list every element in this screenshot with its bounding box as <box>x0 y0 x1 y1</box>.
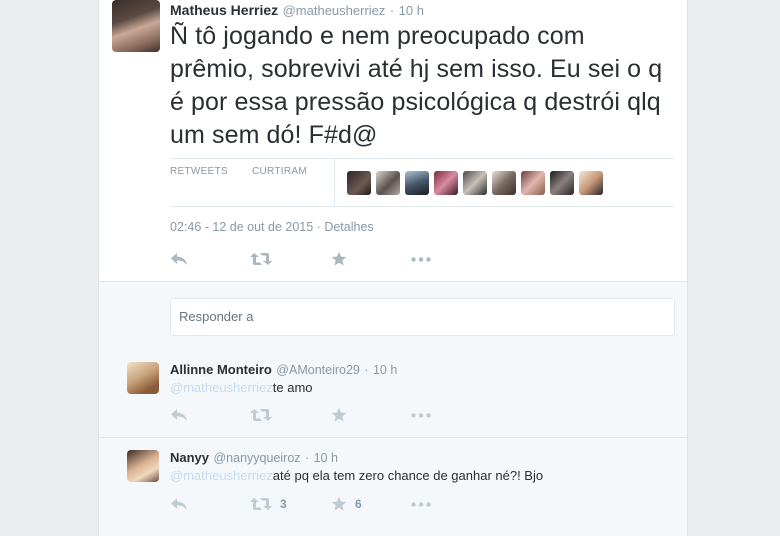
liker-avatar[interactable] <box>521 171 545 195</box>
retweet-button[interactable]: 3 <box>250 497 287 511</box>
liker-avatar[interactable] <box>405 171 429 195</box>
reply-input[interactable]: Responder a <box>170 298 675 336</box>
author-name[interactable]: Matheus Herriez <box>170 2 278 18</box>
liker-avatar[interactable] <box>579 171 603 195</box>
reply-author-name[interactable]: Allinne Monteiro <box>170 362 272 377</box>
retweet-count: 3 <box>280 497 287 511</box>
reply-body: te amo <box>272 380 313 395</box>
reply-author-handle[interactable]: @AMonteiro29 <box>276 363 360 377</box>
timestamp-text[interactable]: 02:46 - 12 de out de 2015 <box>170 220 313 234</box>
star-icon[interactable] <box>331 407 347 423</box>
liker-avatar[interactable] <box>347 171 371 195</box>
tweet-stats: RETWEETS CURTIRAM <box>170 158 674 207</box>
tweet-time[interactable]: 10 h <box>399 3 424 18</box>
tweet-header: Matheus Herriez @matheusherriez · 10 h <box>170 2 424 20</box>
reply-time[interactable]: 10 h <box>373 363 397 377</box>
likes-label[interactable]: CURTIRAM <box>252 166 307 177</box>
reply-tweet[interactable]: Allinne Monteiro @AMonteiro29 · 10 h @ma… <box>99 350 687 438</box>
reply-icon[interactable] <box>170 497 188 511</box>
reply-icon[interactable] <box>170 252 188 266</box>
stats-divider <box>334 159 335 206</box>
liker-avatar[interactable] <box>434 171 458 195</box>
separator: · <box>304 451 310 465</box>
tweet-text: Ñ tô jogando e nem preocupado com prêmio… <box>170 22 663 149</box>
separator: · <box>364 363 369 377</box>
reply-author-handle[interactable]: @nanyyqueiroz <box>213 451 300 465</box>
retweets-label[interactable]: RETWEETS <box>170 166 228 177</box>
liker-avatars <box>347 171 603 195</box>
more-icon[interactable] <box>411 413 431 418</box>
like-count: 6 <box>355 497 362 511</box>
retweet-icon <box>250 498 272 510</box>
liker-avatar[interactable] <box>492 171 516 195</box>
reply-author-name[interactable]: Nanyy <box>170 450 209 465</box>
reply-header: Allinne Monteiro @AMonteiro29 · 10 h <box>170 361 397 379</box>
like-button[interactable]: 6 <box>331 496 362 512</box>
reply-avatar[interactable] <box>127 362 159 394</box>
retweet-icon[interactable] <box>250 252 272 266</box>
separator: · <box>389 3 395 18</box>
details-link[interactable]: Detalhes <box>324 220 373 234</box>
reply-avatar[interactable] <box>127 450 159 482</box>
star-icon <box>331 496 347 511</box>
reply-composer: Responder a <box>99 281 687 351</box>
author-avatar[interactable] <box>112 0 160 52</box>
star-icon[interactable] <box>331 251 347 267</box>
reply-time[interactable]: 10 h <box>314 451 338 465</box>
reply-body: até pq ela tem zero chance de ganhar né?… <box>272 468 544 483</box>
tweet-timestamp: 02:46 - 12 de out de 2015 · Detalhes <box>170 220 374 234</box>
retweet-icon[interactable] <box>250 408 272 422</box>
liker-avatar[interactable] <box>550 171 574 195</box>
reply-header: Nanyy @nanyyqueiroz · 10 h <box>170 449 338 467</box>
more-icon[interactable] <box>411 257 431 262</box>
author-handle[interactable]: @matheusherriez <box>283 3 386 18</box>
reply-text: @matheusherriezte amo <box>170 380 313 395</box>
reply-icon[interactable] <box>170 408 188 422</box>
more-icon[interactable] <box>411 502 431 507</box>
reply-mention[interactable]: @matheusherriez <box>170 380 273 395</box>
liker-avatar[interactable] <box>376 171 400 195</box>
tweet-detail-card: Matheus Herriez @matheusherriez · 10 h Ñ… <box>98 0 688 536</box>
reply-mention[interactable]: @matheusherriez <box>170 468 273 483</box>
reply-text: @matheusherriezaté pq ela tem zero chanc… <box>170 468 543 483</box>
reply-tweet[interactable]: Nanyy @nanyyqueiroz · 10 h @matheusherri… <box>99 438 687 536</box>
liker-avatar[interactable] <box>463 171 487 195</box>
